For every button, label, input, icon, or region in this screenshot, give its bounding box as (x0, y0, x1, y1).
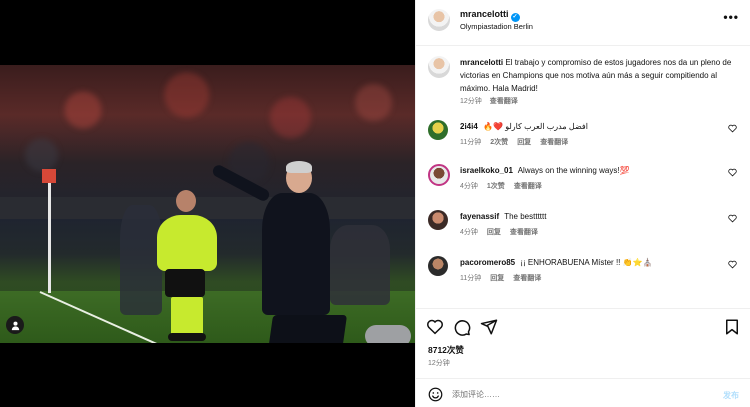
comment-item: 2i4i4 🔥❤️ افضل مدرب العرب كارلو 11分钟 2次赞 回… (428, 120, 741, 164)
comment-item: israelkoko_01 Always on the winning ways… (428, 164, 741, 208)
comment-item: fayenassif The bestttttt 4分钟 回复 查看翻译 (428, 210, 741, 254)
comment-meta: 4分钟 1次赞 查看翻译 (460, 181, 551, 191)
comment-reply-button[interactable]: 回复 (490, 275, 504, 282)
caption-translate-link[interactable]: 查看翻译 (490, 98, 518, 105)
comment-composer: 发布 (416, 378, 750, 407)
comment-translate-link[interactable]: 查看翻译 (513, 275, 541, 282)
comment-username[interactable]: 2i4i4 (460, 122, 478, 131)
photo-linesman (120, 205, 162, 315)
comment-body: The bestttttt (504, 212, 547, 221)
heart-icon[interactable] (728, 260, 737, 269)
comment-username[interactable]: pacoromero85 (460, 258, 515, 267)
post-side-panel: mrancelotti ✓ Olympiastadion Berlin ••• m… (415, 0, 750, 407)
caption-text: mrancelotti El trabajo y compromiso de e… (460, 56, 745, 95)
photo-coach-hair (286, 161, 312, 173)
instagram-post-view: mrancelotti ✓ Olympiastadion Berlin ••• m… (0, 0, 750, 407)
comment-input[interactable] (452, 385, 692, 403)
caption-avatar[interactable] (428, 56, 450, 78)
caption-time: 12分钟 (460, 98, 482, 105)
comment-likes[interactable]: 1次赞 (487, 183, 505, 190)
photo-flagpole (48, 173, 51, 293)
share-icon[interactable] (480, 318, 498, 336)
comment-avatar[interactable] (428, 210, 448, 230)
heart-icon[interactable] (728, 214, 737, 223)
author-username-text[interactable]: mrancelotti (460, 9, 509, 19)
comment-meta: 4分钟 回复 查看翻译 (460, 227, 547, 237)
photo-referee (157, 215, 217, 271)
photo-referee-legs (171, 297, 203, 337)
caption-username[interactable]: mrancelotti (460, 58, 503, 67)
comment-username[interactable]: israelkoko_01 (460, 166, 513, 175)
photo-microphone (365, 325, 411, 343)
post-media[interactable] (0, 0, 415, 407)
heart-icon[interactable] (728, 168, 737, 177)
post-location[interactable]: Olympiastadion Berlin (460, 22, 533, 31)
post-actions (416, 308, 750, 344)
post-time: 12分钟 (428, 360, 450, 367)
photo-cameraman (330, 225, 390, 305)
photo-boards (0, 197, 415, 219)
comment-likes[interactable]: 2次赞 (490, 139, 508, 146)
comment-reply-button[interactable]: 回复 (517, 139, 531, 146)
comment-text: pacoromero85 ¡¡ ENHORABUENA Míster !! 👏⭐… (460, 257, 710, 268)
comment-translate-link[interactable]: 查看翻译 (540, 139, 568, 146)
author-username[interactable]: mrancelotti ✓ (460, 9, 520, 22)
comment-text: 2i4i4 🔥❤️ افضل مدرب العرب كارلو (460, 121, 710, 132)
comment-avatar[interactable] (428, 256, 448, 276)
comment-text: fayenassif The bestttttt (460, 211, 710, 222)
heart-icon[interactable] (728, 124, 737, 133)
comment-avatar[interactable] (428, 120, 448, 140)
emoji-icon[interactable] (428, 387, 443, 402)
photo-flag (42, 169, 56, 183)
comment-reply-button[interactable]: 回复 (487, 229, 501, 236)
comment-meta: 11分钟 2次赞 回复 查看翻译 (460, 137, 577, 147)
comment-time: 11分钟 (460, 139, 482, 146)
bookmark-icon[interactable] (723, 318, 741, 336)
comment-body: Always on the winning ways!💯 (517, 166, 630, 175)
photo-coach (262, 193, 330, 315)
caption-meta: 12分钟 查看翻译 (460, 96, 518, 106)
comment-avatar[interactable] (428, 164, 450, 186)
comment-time: 4分钟 (460, 183, 478, 190)
post-photo (0, 65, 415, 343)
heart-icon[interactable] (426, 318, 444, 336)
comment-time: 4分钟 (460, 229, 478, 236)
post-header: mrancelotti ✓ Olympiastadion Berlin ••• (416, 0, 750, 46)
comment-body: 🔥❤️ افضل مدرب العرب كارلو (483, 122, 588, 131)
comment-icon[interactable] (453, 318, 471, 336)
comment-username[interactable]: fayenassif (460, 212, 499, 221)
verified-badge-icon: ✓ (510, 13, 520, 22)
post-comment-button[interactable]: 发布 (723, 390, 739, 401)
photo-coach-legs (262, 315, 348, 343)
like-count[interactable]: 8712次赞 (428, 344, 464, 356)
more-icon[interactable]: ••• (723, 10, 739, 24)
photo-referee-head (176, 190, 196, 212)
photo-crowd (0, 65, 415, 215)
comment-translate-link[interactable]: 查看翻译 (514, 183, 542, 190)
comment-body: ¡¡ ENHORABUENA Míster !! 👏⭐⛪ (520, 258, 653, 267)
comment-text: israelkoko_01 Always on the winning ways… (460, 165, 710, 176)
comment-item: pacoromero85 ¡¡ ENHORABUENA Míster !! 👏⭐… (428, 256, 741, 300)
comment-time: 11分钟 (460, 275, 482, 282)
comment-meta: 11分钟 回复 查看翻译 (460, 273, 550, 283)
photo-referee-shorts (165, 269, 205, 297)
comment-translate-link[interactable]: 查看翻译 (510, 229, 538, 236)
user-tag-icon[interactable] (6, 316, 24, 334)
photo-referee-shoes (168, 333, 206, 341)
author-avatar[interactable] (428, 9, 450, 31)
